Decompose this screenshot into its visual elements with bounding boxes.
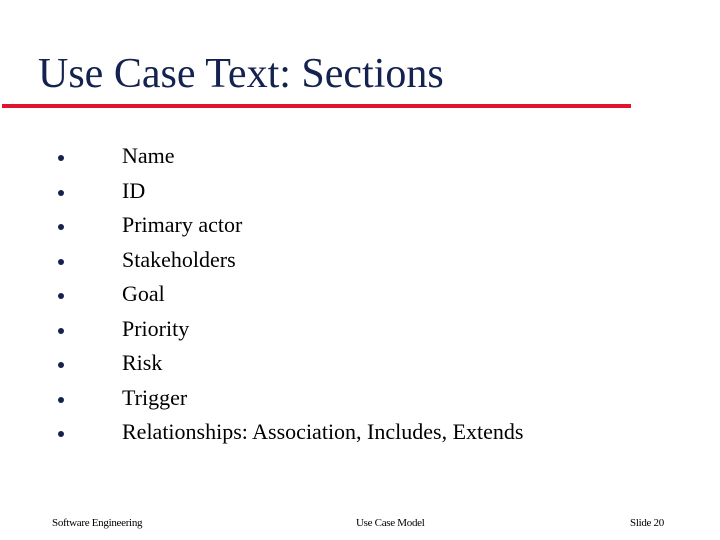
- list-item: Risk: [55, 346, 523, 381]
- list-item: Primary actor: [55, 208, 523, 243]
- list-item-text: Stakeholders: [122, 246, 236, 272]
- bullet-icon: [58, 189, 64, 196]
- list-item: Trigger: [55, 381, 523, 416]
- list-item: Priority: [55, 312, 523, 347]
- list-item-text: Trigger: [122, 384, 188, 410]
- section-list: Name ID Primary actor Stakeholders Goal …: [55, 139, 523, 450]
- list-item-text: Name: [122, 143, 175, 169]
- list-item: ID: [55, 174, 523, 209]
- bullet-icon: [58, 431, 64, 438]
- list-item-text: Relationships: Association, Includes, Ex…: [122, 419, 524, 445]
- bullet-icon: [58, 155, 64, 162]
- list-item: Goal: [55, 277, 523, 312]
- footer-slide-number: Slide 20: [630, 517, 664, 529]
- title-underline-rule: [2, 104, 631, 108]
- bullet-icon: [58, 327, 64, 334]
- list-item: Name: [55, 139, 523, 174]
- bullet-icon: [58, 293, 64, 300]
- list-item: Relationships: Association, Includes, Ex…: [55, 415, 523, 450]
- bullet-icon: [58, 224, 64, 231]
- footer-topic: Use Case Model: [356, 517, 425, 529]
- bullet-icon: [58, 362, 64, 369]
- footer-course-name: Software Engineering: [52, 517, 143, 529]
- list-item-text: Primary actor: [122, 212, 243, 238]
- list-item-text: Goal: [122, 281, 165, 307]
- list-item: Stakeholders: [55, 243, 523, 278]
- slide-title: Use Case Text: Sections: [38, 51, 444, 97]
- list-item-text: Priority: [122, 315, 190, 341]
- bullet-icon: [58, 396, 64, 403]
- list-item-text: Risk: [122, 350, 163, 376]
- bullet-icon: [58, 258, 64, 265]
- list-item-text: ID: [122, 177, 146, 203]
